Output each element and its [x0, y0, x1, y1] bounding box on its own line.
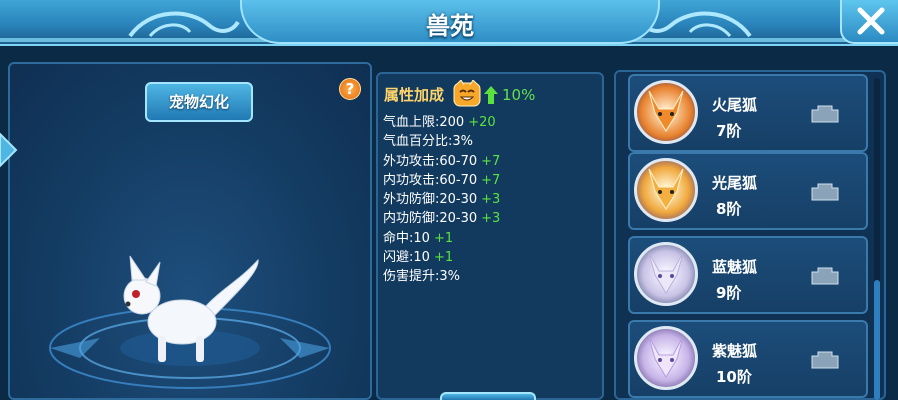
attribute-row: 内功攻击:60-70 +7 [383, 171, 500, 190]
pet-portrait [634, 326, 698, 390]
cloud-ornament-left [128, 11, 240, 38]
attribute-row: 内功防御:20-30 +3 [383, 209, 500, 228]
slot-icon [811, 351, 839, 369]
pet-level: 7阶 [716, 122, 742, 140]
pet-name: 紫魅狐 [712, 342, 758, 360]
attribute-plus: +7 [481, 172, 501, 188]
attribute-plus: +3 [481, 211, 501, 227]
white-fox-pet [123, 255, 259, 362]
chevron-left-icon[interactable] [0, 130, 20, 170]
smile-face-icon [453, 80, 481, 107]
pet-portrait [634, 158, 698, 222]
help-icon[interactable]: ? [339, 78, 361, 100]
pet-level: 9阶 [716, 284, 742, 302]
pet-list-item[interactable]: 蓝魅狐 9阶 [628, 236, 868, 314]
pet-morph-button[interactable]: 宠物幻化 [145, 82, 253, 122]
attribute-plus: +3 [481, 192, 501, 208]
fox-portrait-icon [648, 168, 684, 210]
close-button[interactable] [840, 0, 898, 44]
scrollbar-thumb[interactable] [874, 280, 880, 400]
pet-level: 10阶 [716, 368, 752, 386]
attribute-label: 伤害提升:3% [383, 269, 461, 285]
attribute-bonus-value: 10% [502, 86, 536, 104]
attribute-label: 外功防御:20-30 [383, 192, 478, 208]
attribute-plus: +7 [481, 153, 501, 169]
pet-list-item[interactable]: 火尾狐 7阶 [628, 74, 868, 152]
page-title: 兽苑 [426, 12, 474, 40]
attribute-bonus-label: 属性加成 [384, 86, 445, 104]
slot-icon [811, 267, 839, 285]
attribute-label: 命中:10 [383, 230, 430, 246]
attribute-label: 内功攻击:60-70 [383, 172, 478, 188]
attribute-row: 气血上限:200 +20 [383, 113, 500, 132]
attribute-row: 伤害提升:3% [383, 267, 500, 286]
bottom-action-button[interactable] [440, 392, 536, 400]
attribute-list: 气血上限:200 +20 气血百分比:3% 外功攻击:60-70 +7 内功攻击:6… [383, 113, 500, 287]
attribute-label: 气血百分比:3% [383, 134, 474, 150]
pet-name: 光尾狐 [712, 174, 758, 192]
pet-name: 蓝魅狐 [712, 258, 758, 276]
attribute-row: 外功防御:20-30 +3 [383, 190, 500, 209]
pet-list-item[interactable]: 紫魅狐 10阶 [628, 320, 868, 398]
slot-icon [811, 183, 839, 201]
arrow-up-icon [484, 86, 498, 104]
attribute-label: 外功攻击:60-70 [383, 153, 478, 169]
pet-portrait [634, 80, 698, 144]
attribute-plus: +1 [433, 250, 454, 266]
attribute-row: 外功攻击:60-70 +7 [383, 152, 500, 171]
attribute-row: 气血百分比:3% [383, 132, 500, 151]
attribute-label: 闪避:10 [383, 250, 430, 266]
fox-portrait-icon [648, 252, 684, 294]
slot-icon [811, 105, 839, 123]
attribute-plus: +20 [468, 115, 496, 130]
attribute-label: 气血上限:200 [383, 115, 465, 130]
fox-portrait-icon [648, 336, 684, 378]
attribute-plus: +1 [433, 230, 454, 246]
close-icon [857, 7, 885, 35]
attribute-label: 内功防御:20-30 [383, 211, 478, 227]
fox-portrait-icon [648, 90, 684, 132]
attribute-row: 命中:10 +1 [383, 229, 500, 248]
pet-list-item[interactable]: 光尾狐 8阶 [628, 152, 868, 230]
pet-name: 火尾狐 [712, 96, 758, 114]
pet-portrait [634, 242, 698, 306]
pet-level: 8阶 [716, 200, 742, 218]
attribute-row: 闪避:10 +1 [383, 248, 500, 267]
